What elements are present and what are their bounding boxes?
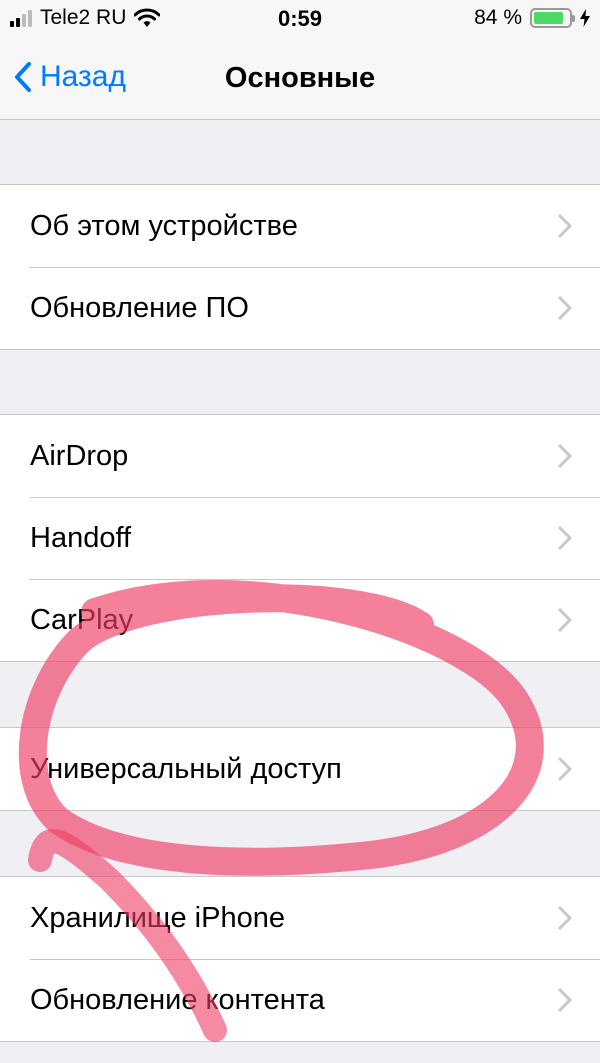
chevron-right-icon xyxy=(558,296,572,320)
chevron-right-icon xyxy=(558,757,572,781)
settings-group-3: Универсальный доступ xyxy=(0,727,600,811)
list-item-background-refresh[interactable]: Обновление контента xyxy=(0,959,600,1041)
list-item-label: CarPlay xyxy=(30,603,134,636)
list-item-label: Handoff xyxy=(30,521,132,554)
battery-percent: 84 % xyxy=(474,6,522,29)
list-item-accessibility[interactable]: Универсальный доступ xyxy=(0,728,600,810)
list-item-iphone-storage[interactable]: Хранилище iPhone xyxy=(0,877,600,959)
battery-icon xyxy=(530,8,575,28)
chevron-right-icon xyxy=(558,444,572,468)
chevron-right-icon xyxy=(558,906,572,930)
chevron-right-icon xyxy=(558,608,572,632)
chevron-right-icon xyxy=(558,988,572,1012)
settings-group-1: Об этом устройстве Обновление ПО xyxy=(0,184,600,350)
page-title: Основные xyxy=(224,62,376,94)
list-item-about[interactable]: Об этом устройстве xyxy=(0,185,600,267)
list-item-label: Об этом устройстве xyxy=(30,209,298,242)
status-bar: Tele2 RU 0:59 84 % xyxy=(0,0,600,40)
settings-group-4: Хранилище iPhone Обновление контента xyxy=(0,876,600,1042)
status-right: 84 % xyxy=(474,6,590,30)
list-item-handoff[interactable]: Handoff xyxy=(0,497,600,579)
list-item-carplay[interactable]: CarPlay xyxy=(0,579,600,661)
list-item-label: Обновление ПО xyxy=(30,291,249,324)
list-item-label: Обновление контента xyxy=(30,983,325,1016)
list-item-label: Хранилище iPhone xyxy=(30,901,285,934)
battery-fill xyxy=(534,12,563,24)
list-item-software-update[interactable]: Обновление ПО xyxy=(0,267,600,349)
list-item-airdrop[interactable]: AirDrop xyxy=(0,415,600,497)
charging-bolt-icon xyxy=(580,9,590,27)
navigation-bar: Назад Основные xyxy=(0,40,600,120)
list-item-label: AirDrop xyxy=(30,439,129,472)
chevron-right-icon xyxy=(558,526,572,550)
settings-group-2: AirDrop Handoff CarPlay xyxy=(0,414,600,662)
list-item-label: Универсальный доступ xyxy=(30,752,342,785)
chevron-right-icon xyxy=(558,214,572,238)
